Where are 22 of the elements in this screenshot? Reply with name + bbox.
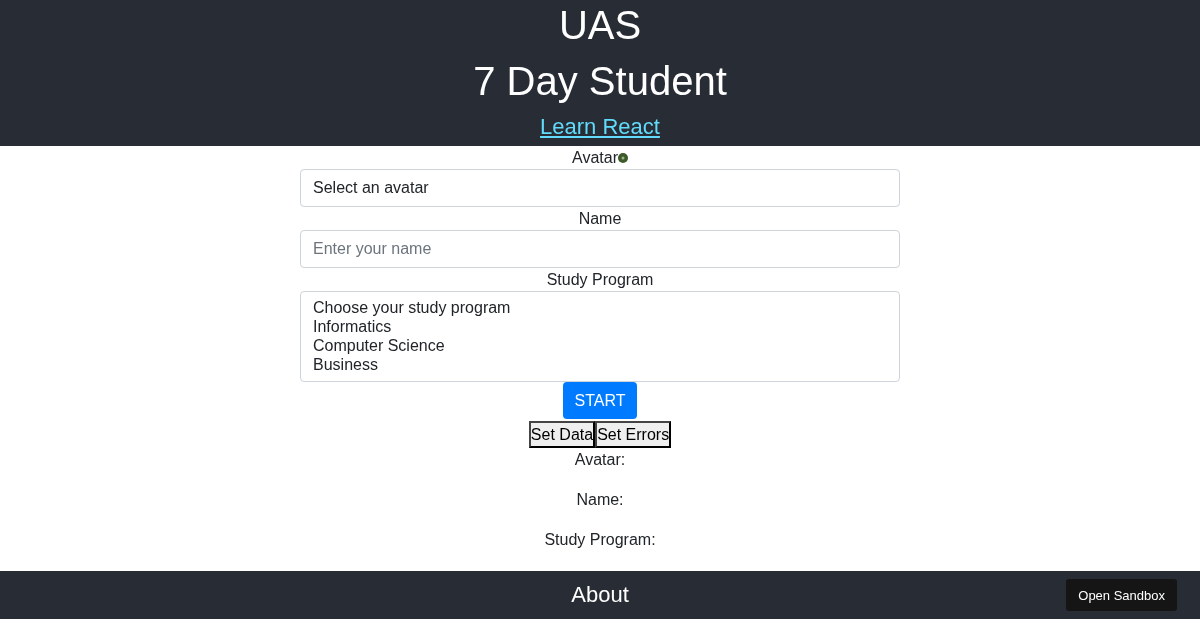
summary-text: Name:	[576, 491, 624, 509]
summary-text: Study Program:	[544, 531, 656, 549]
name-label: Name	[578, 209, 622, 229]
study-program-list[interactable]: Choose your study program Informatics Computer Science Business	[300, 291, 900, 382]
summary-text: Avatar:	[574, 451, 626, 469]
learn-react-link[interactable]: Learn React	[540, 114, 660, 140]
open-sandbox-button[interactable]: Open Sandbox	[1066, 579, 1177, 611]
start-button[interactable]: START	[562, 382, 638, 419]
avatar-label: Avatar	[572, 148, 618, 168]
form-button[interactable]: Set Errors	[595, 421, 672, 448]
app-subtitle: 7 Day Student	[473, 58, 727, 105]
program-option[interactable]: Computer Science	[313, 336, 887, 355]
program-option[interactable]: Business	[313, 355, 887, 374]
study-program-label: Study Program	[546, 270, 654, 290]
program-option[interactable]: Choose your study program	[313, 298, 887, 317]
name-input[interactable]: Enter your name	[300, 230, 900, 268]
dot-icon	[617, 153, 628, 163]
about-title: About	[571, 582, 629, 608]
form-button[interactable]: Set Data	[528, 421, 596, 448]
app-title: UAS	[558, 2, 642, 49]
program-option[interactable]: Informatics	[313, 317, 887, 336]
avatar-select[interactable]: Select an avatar	[300, 169, 900, 207]
